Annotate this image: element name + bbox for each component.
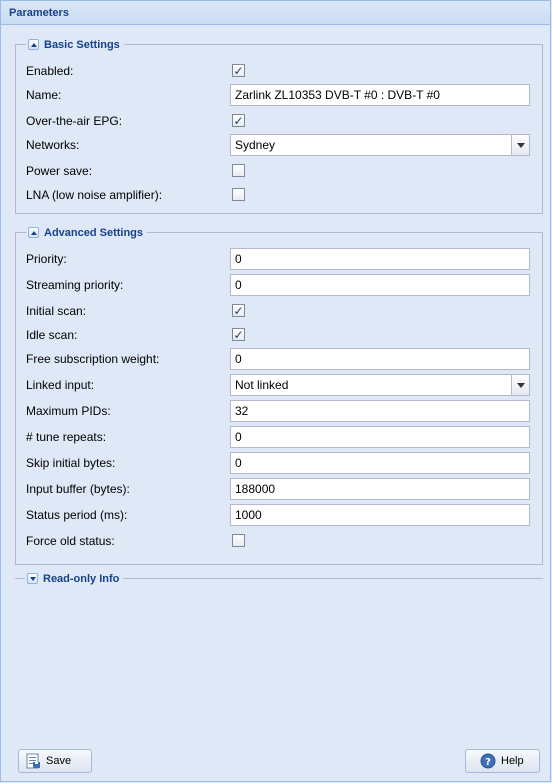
power-save-checkbox[interactable] [232,164,245,177]
status-period-input[interactable]: 1000 [230,504,530,526]
max-pids-label: Maximum PIDs: [26,404,111,418]
priority-label: Priority: [26,252,67,266]
name-row: Name: Zarlink ZL10353 DVB-T #0 : DVB-T #… [26,84,531,106]
linked-input-label: Linked input: [26,378,95,392]
networks-value: Sydney [235,138,276,152]
lna-label: LNA (low noise amplifier): [26,188,163,202]
linked-input-row: Linked input: Not linked [26,374,531,396]
epg-checkbox[interactable]: ✓ [232,114,245,127]
help-button[interactable]: ? Help [465,749,540,773]
save-button[interactable]: Save [18,749,92,773]
skip-bytes-input[interactable]: 0 [230,452,530,474]
input-buffer-label: Input buffer (bytes): [26,482,130,496]
streaming-priority-label: Streaming priority: [26,278,124,292]
epg-row: Over-the-air EPG: ✓ [26,110,531,132]
tune-repeats-row: # tune repeats: 0 [26,426,531,448]
force-old-status-label: Force old status: [26,534,115,548]
networks-select[interactable]: Sydney [230,134,530,156]
free-sub-weight-input[interactable]: 0 [230,348,530,370]
streaming-priority-input[interactable]: 0 [230,274,530,296]
force-old-status-row: Force old status: [26,530,531,552]
free-sub-weight-row: Free subscription weight: 0 [26,348,531,370]
dropdown-arrow-icon[interactable] [511,135,529,155]
max-pids-input[interactable]: 32 [230,400,530,422]
help-icon: ? [480,753,496,769]
dropdown-arrow-icon[interactable] [511,375,529,395]
initial-scan-label: Initial scan: [26,304,87,318]
networks-row: Networks: Sydney [26,134,531,156]
streaming-priority-row: Streaming priority: 0 [26,274,531,296]
linked-input-value: Not linked [235,378,289,392]
enabled-label: Enabled: [26,64,74,78]
lna-checkbox[interactable] [232,188,245,201]
enabled-row: Enabled: ✓ [26,60,531,82]
basic-settings-title: Basic Settings [44,38,120,51]
status-period-row: Status period (ms): 1000 [26,504,531,526]
idle-scan-row: Idle scan: ✓ [26,324,531,346]
svg-text:?: ? [485,757,491,768]
collapse-icon[interactable] [28,227,39,238]
power-save-row: Power save: [26,160,531,182]
force-old-status-checkbox[interactable] [232,534,245,547]
name-input[interactable]: Zarlink ZL10353 DVB-T #0 : DVB-T #0 [230,84,530,106]
max-pids-row: Maximum PIDs: 32 [26,400,531,422]
networks-label: Networks: [26,138,80,152]
initial-scan-row: Initial scan: ✓ [26,300,531,322]
save-button-label: Save [46,755,72,767]
skip-bytes-row: Skip initial bytes: 0 [26,452,531,474]
idle-scan-checkbox[interactable]: ✓ [232,328,245,341]
priority-input[interactable]: 0 [230,248,530,270]
tune-repeats-input[interactable]: 0 [230,426,530,448]
epg-label: Over-the-air EPG: [26,114,123,128]
readonly-info-legend[interactable]: Read-only Info [25,571,124,586]
input-buffer-row: Input buffer (bytes): 188000 [26,478,531,500]
status-period-label: Status period (ms): [26,508,128,522]
readonly-info-title: Read-only Info [43,572,120,585]
enabled-checkbox[interactable]: ✓ [232,64,245,77]
idle-scan-label: Idle scan: [26,328,78,342]
help-button-label: Help [501,755,524,767]
parameters-panel: Parameters Basic Settings Enabled: ✓ Nam… [0,0,551,782]
input-buffer-input[interactable]: 188000 [230,478,530,500]
power-save-label: Power save: [26,164,93,178]
readonly-info-fieldset: Read-only Info [15,571,543,586]
priority-row: Priority: 0 [26,248,531,270]
tune-repeats-label: # tune repeats: [26,430,107,444]
save-icon [26,753,40,769]
panel-title: Parameters [1,1,550,25]
collapse-icon[interactable] [28,39,39,50]
skip-bytes-label: Skip initial bytes: [26,456,116,470]
basic-settings-legend[interactable]: Basic Settings [26,37,124,52]
advanced-settings-title: Advanced Settings [44,226,144,239]
lna-row: LNA (low noise amplifier): [26,184,531,206]
free-sub-weight-label: Free subscription weight: [26,352,160,366]
advanced-settings-legend[interactable]: Advanced Settings [26,225,148,240]
expand-icon[interactable] [27,573,38,584]
initial-scan-checkbox[interactable]: ✓ [232,304,245,317]
linked-input-select[interactable]: Not linked [230,374,530,396]
name-label: Name: [26,88,62,102]
